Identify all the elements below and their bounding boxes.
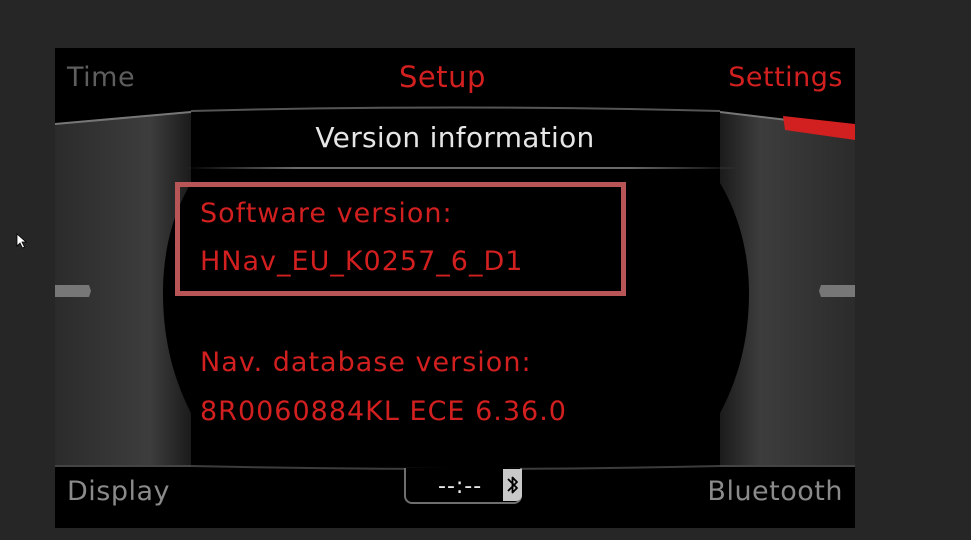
mouse-cursor-icon: [16, 233, 28, 249]
software-version-label: Software version:: [200, 198, 453, 229]
mmi-display: Time Setup Settings Version information …: [55, 48, 855, 528]
page-title: Version information: [315, 121, 595, 154]
menu-setup[interactable]: Setup: [399, 60, 486, 94]
menu-time[interactable]: Time: [67, 62, 135, 93]
menu-settings[interactable]: Settings: [728, 62, 843, 93]
bluetooth-status: [503, 469, 522, 501]
menu-display[interactable]: Display: [67, 476, 170, 507]
database-version-label: Nav. database version:: [200, 347, 532, 378]
bluetooth-icon: [507, 476, 518, 494]
menu-bluetooth[interactable]: Bluetooth: [707, 476, 843, 507]
clock-display: --:--: [438, 474, 483, 499]
title-divider: [185, 167, 740, 169]
database-version-value: 8R0060884KL ECE 6.36.0: [200, 396, 567, 427]
software-version-value: HNav_EU_K0257_6_D1: [200, 246, 524, 277]
